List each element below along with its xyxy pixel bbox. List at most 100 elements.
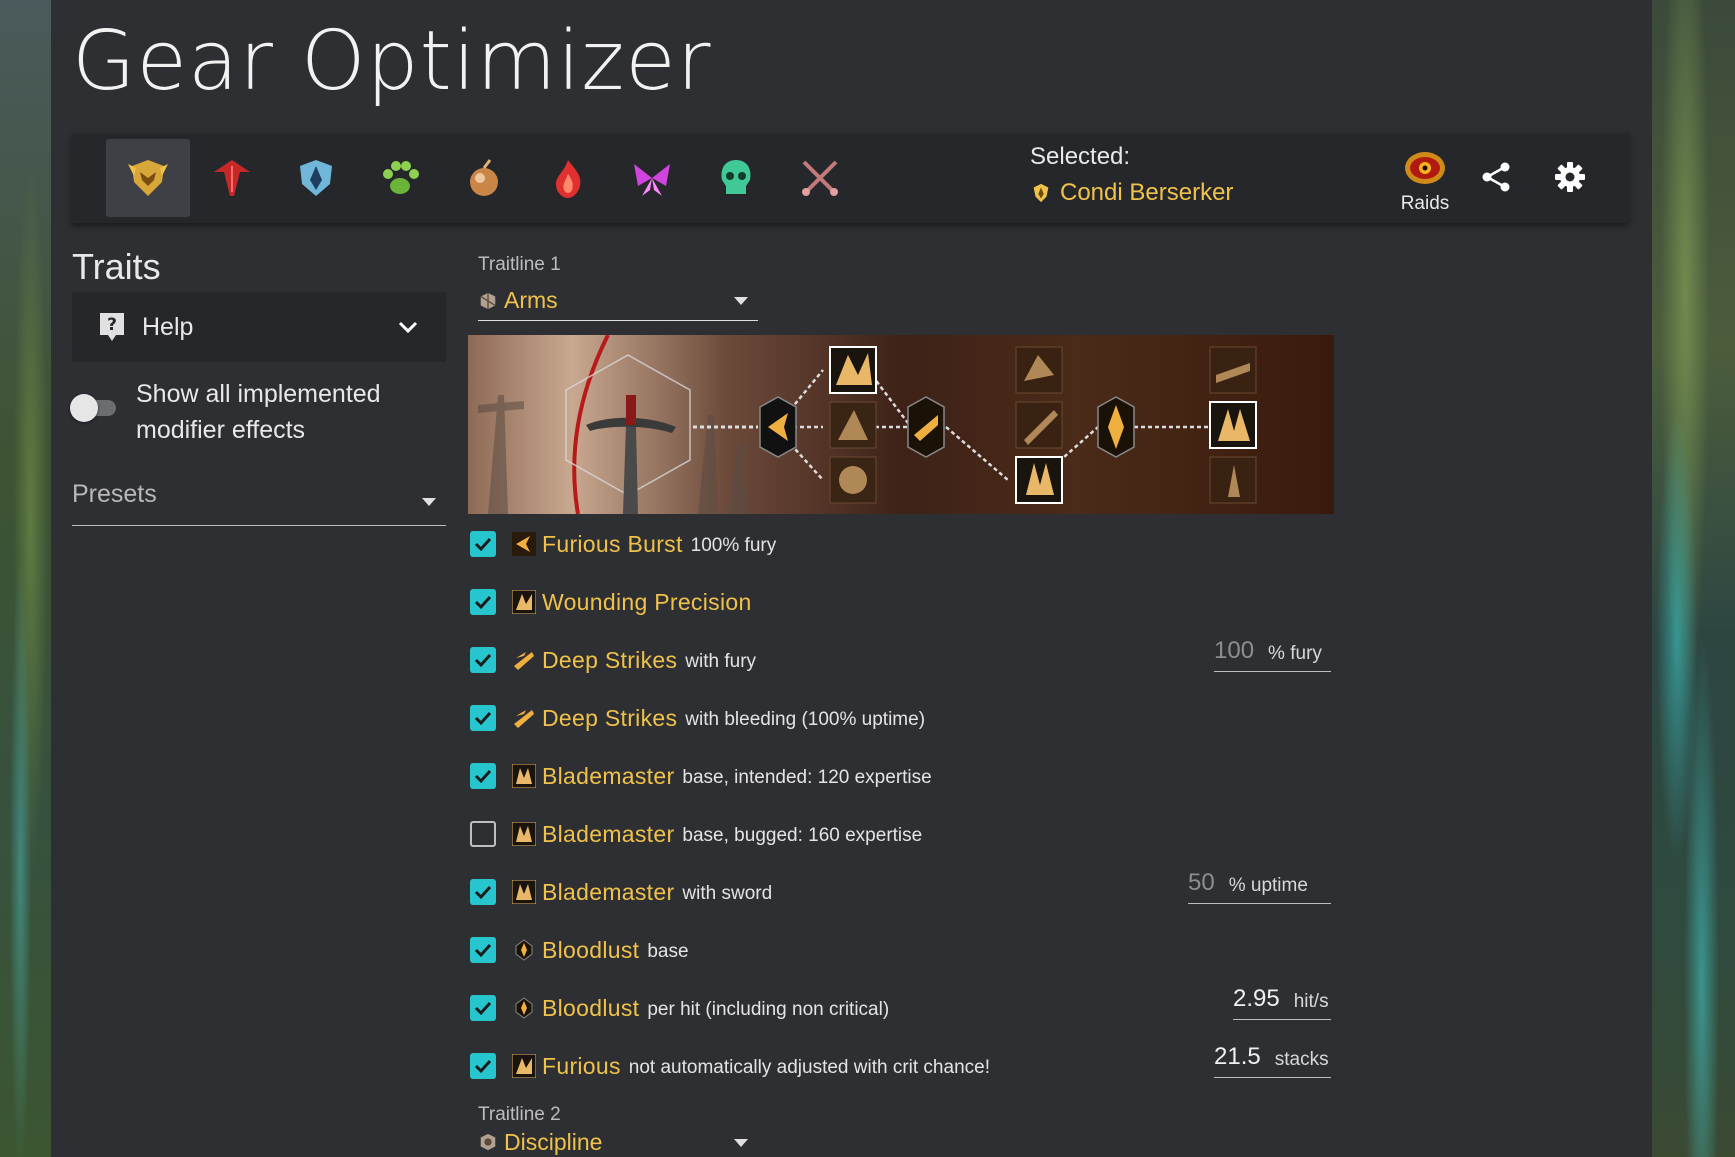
fury-unit: % fury [1268,643,1322,664]
svg-text:?: ? [107,315,117,335]
modifier-name: Blademaster [542,762,675,789]
page-title: Gear Optimizer [72,14,712,109]
modifier-desc: with sword [682,882,773,904]
deep-strikes-icon [514,710,534,728]
help-icon: ? [100,313,124,341]
hits-per-second-input[interactable]: 2.95 hit/s [1233,982,1331,1020]
traitline-1-select[interactable]: Arms [478,281,758,321]
modifier-name: Deep Strikes [542,646,678,673]
uptime-unit: % uptime [1228,875,1308,896]
modifier-effects-toggle[interactable] [70,392,120,426]
modifier-checkbox[interactable] [470,821,496,847]
checkmark-icon [474,653,492,668]
modifier-row: Blademaster base, intended: 120 expertis… [470,756,932,796]
modifier-name: Deep Strikes [542,704,678,731]
modifier-desc: base, intended: 120 expertise [682,766,932,788]
modifier-desc: per hit (including non critical) [647,998,890,1020]
uptime-value: 50 [1188,869,1215,896]
modifier-row: Bloodlust base [470,930,689,970]
modifier-desc: with fury [685,650,757,672]
modifier-desc: base [647,940,689,962]
presets-select[interactable]: Presets [72,480,446,526]
selected-build[interactable]: Condi Berserker [1030,179,1233,207]
modifier-row: Blademaster with sword [470,872,772,912]
settings-button[interactable] [1550,157,1590,197]
traitline-1-value: Arms [504,287,558,313]
stacks-unit: stacks [1274,1049,1329,1070]
gear-icon [1555,162,1585,192]
modifier-name: Bloodlust [542,994,640,1021]
checkmark-icon [474,595,492,610]
sword-uptime-input[interactable]: 50 % uptime [1188,866,1331,904]
checkmark-icon [474,1001,492,1016]
checkmark-icon [474,769,492,784]
traits-heading: Traits [72,246,161,287]
furious-burst-icon [512,532,536,556]
modifier-checkbox[interactable] [470,531,496,557]
modifier-desc: 100% fury [690,534,777,556]
bloodlust-icon [515,939,533,961]
profession-ranger-button[interactable] [358,139,442,217]
modifier-checkbox[interactable] [470,589,496,615]
modifier-checkbox[interactable] [470,937,496,963]
modifier-name: Furious [542,1052,621,1079]
deep-strikes-icon [514,652,534,670]
modifier-row: Blademaster base, bugged: 160 expertise [470,814,922,854]
share-button[interactable] [1476,157,1516,197]
modifier-checkbox[interactable] [470,647,496,673]
selected-build-name: Condi Berserker [1060,179,1234,206]
dropdown-arrow-icon [734,1139,748,1147]
modifier-name: Blademaster [542,878,675,905]
modifier-checkbox[interactable] [470,763,496,789]
checkmark-icon [474,711,492,726]
stacks-value: 21.5 [1214,1043,1261,1070]
revenant-icon [214,160,250,196]
dropdown-arrow-icon [734,297,748,305]
chevron-down-icon [398,321,418,334]
checkmark-icon [474,943,492,958]
checkmark-icon [474,885,492,900]
traitline-1-banner [468,335,1334,514]
engineer-icon [470,159,498,196]
profession-engineer-button[interactable] [442,139,526,217]
modifier-checkbox[interactable] [470,1053,496,1079]
wounding-precision-icon [512,590,536,614]
profession-guardian-button[interactable] [106,139,190,217]
presets-placeholder: Presets [72,480,157,508]
traitline-1-label: Traitline 1 [478,254,561,275]
profession-mesmer-button[interactable] [610,139,694,217]
modifier-desc: base, bugged: 160 expertise [682,824,923,846]
profession-toolbar: Selected: Condi Berserker Raids [72,133,1629,223]
background-scenery-left [0,0,51,1157]
necromancer-icon [721,160,751,194]
modifier-name: Furious Burst [542,530,683,557]
traitline-2-select[interactable]: Discipline [478,1127,758,1157]
checkmark-icon [474,537,492,552]
modifier-checkbox[interactable] [470,705,496,731]
profession-elementalist-button[interactable] [526,139,610,217]
modifier-row: Deep Strikes with bleeding (100% uptime) [470,698,925,738]
ranger-icon [383,161,419,194]
warrior-icon [300,160,332,196]
modifier-desc: with bleeding (100% uptime) [685,708,926,730]
modifier-desc: not automatically adjusted with crit cha… [628,1056,990,1078]
modifier-checkbox[interactable] [470,879,496,905]
elementalist-icon [556,160,581,198]
modifier-checkbox[interactable] [470,995,496,1021]
traitline-2-label: Traitline 2 [478,1104,561,1125]
profession-warrior-button[interactable] [274,139,358,217]
thief-icon [802,160,838,196]
furious-icon [512,1054,536,1078]
profession-revenant-button[interactable] [190,139,274,217]
profession-thief-button[interactable] [778,139,862,217]
modifier-name: Wounding Precision [542,588,752,615]
raids-button[interactable]: Raids [1385,133,1465,223]
fury-uptime-input[interactable]: 100 % fury [1214,634,1331,672]
bloodlust-icon [515,997,533,1019]
profession-necromancer-button[interactable] [694,139,778,217]
help-accordion[interactable]: ? Help [72,292,446,362]
stacks-input[interactable]: 21.5 stacks [1214,1040,1331,1078]
hits-value: 2.95 [1233,985,1280,1012]
modifier-effects-toggle-label: Show all implemented modifier effects [136,380,381,444]
help-label: Help [142,312,194,341]
